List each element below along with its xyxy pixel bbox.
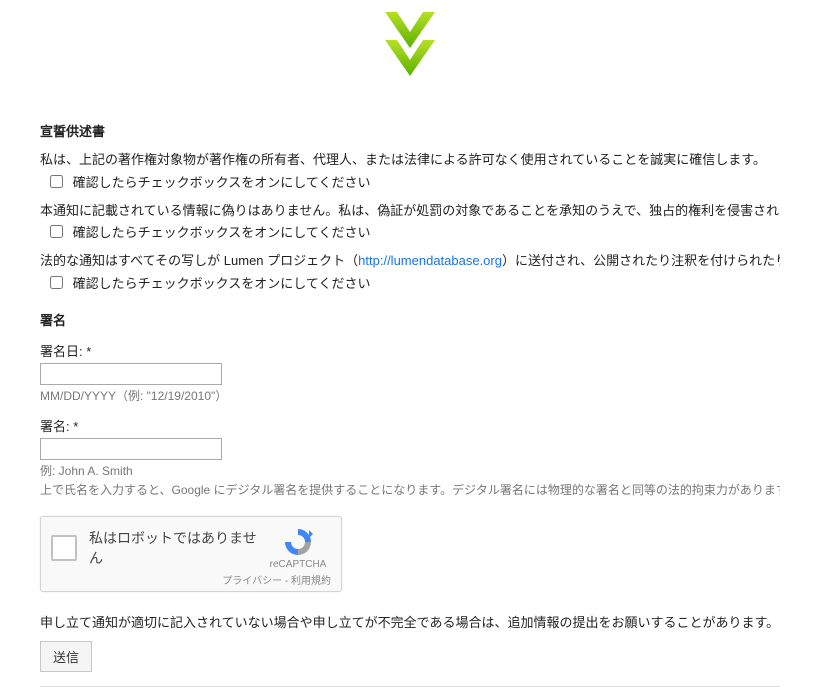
arrow-decoration bbox=[40, 0, 780, 103]
signature-date-hint: MM/DD/YYYY（例: "12/19/2010"） bbox=[40, 387, 780, 404]
confirm-checkbox-3-label: 確認したらチェックボックスをオンにしてください bbox=[73, 276, 371, 291]
sworn-statement-2: 本通知に記載されている情報に偽りはありません。私は、偽証が処罰の対象であることを… bbox=[40, 201, 780, 221]
recaptcha-checkbox[interactable] bbox=[51, 535, 77, 561]
recaptcha-widget: 私はロボットではありません reCAPTCHA プライバシー - 利用規約 bbox=[40, 516, 342, 592]
recaptcha-footer-links[interactable]: プライバシー - 利用規約 bbox=[41, 572, 341, 591]
lumen-link[interactable]: http://lumendatabase.org bbox=[358, 253, 502, 268]
signature-name-hint: 例: John A. Smith bbox=[40, 462, 780, 479]
recaptcha-icon bbox=[282, 526, 314, 558]
recaptcha-badge-text: reCAPTCHA bbox=[270, 559, 327, 570]
confirm-checkbox-1-label: 確認したらチェックボックスをオンにしてください bbox=[73, 175, 371, 190]
sworn-statement-title: 宣誓供述書 bbox=[40, 121, 780, 140]
chevron-down-icon bbox=[383, 10, 437, 83]
signature-name-label: 署名: * bbox=[40, 416, 780, 435]
sworn-statement-3: 法的な通知はすべてその写しが Lumen プロジェクト（http://lumen… bbox=[40, 251, 780, 271]
sworn-statement-3-post: ）に送付され、公開されたり注釈を付けられたりする場合があること bbox=[502, 253, 780, 268]
confirm-checkbox-3[interactable] bbox=[50, 276, 63, 289]
signature-disclaimer: 上で氏名を入力すると、Google にデジタル署名を提供することになります。デジ… bbox=[40, 481, 780, 498]
signature-date-label: 署名日: * bbox=[40, 341, 780, 360]
submit-button[interactable]: 送信 bbox=[40, 641, 92, 672]
confirm-checkbox-1[interactable] bbox=[50, 175, 63, 188]
signature-name-input[interactable] bbox=[40, 438, 222, 460]
divider bbox=[40, 686, 780, 687]
confirm-checkbox-row-2: 確認したらチェックボックスをオンにしてください bbox=[40, 222, 780, 241]
confirm-checkbox-row-1: 確認したらチェックボックスをオンにしてください bbox=[40, 172, 780, 191]
confirm-checkbox-2-label: 確認したらチェックボックスをオンにしてください bbox=[73, 225, 371, 240]
recaptcha-text: 私はロボットではありません bbox=[89, 528, 265, 568]
signature-date-input[interactable] bbox=[40, 363, 222, 385]
recaptcha-logo: reCAPTCHA bbox=[265, 526, 331, 570]
confirm-checkbox-row-3: 確認したらチェックボックスをオンにしてください bbox=[40, 273, 780, 292]
closing-paragraph: 申し立て通知が適切に記入されていない場合や申し立てが不完全である場合は、追加情報… bbox=[40, 612, 780, 631]
sworn-statement-1: 私は、上記の著作権対象物が著作権の所有者、代理人、または法律による許可なく使用さ… bbox=[40, 150, 780, 170]
signature-title: 署名 bbox=[40, 310, 780, 329]
sworn-statement-3-pre: 法的な通知はすべてその写しが Lumen プロジェクト（ bbox=[40, 253, 358, 268]
confirm-checkbox-2[interactable] bbox=[50, 225, 63, 238]
